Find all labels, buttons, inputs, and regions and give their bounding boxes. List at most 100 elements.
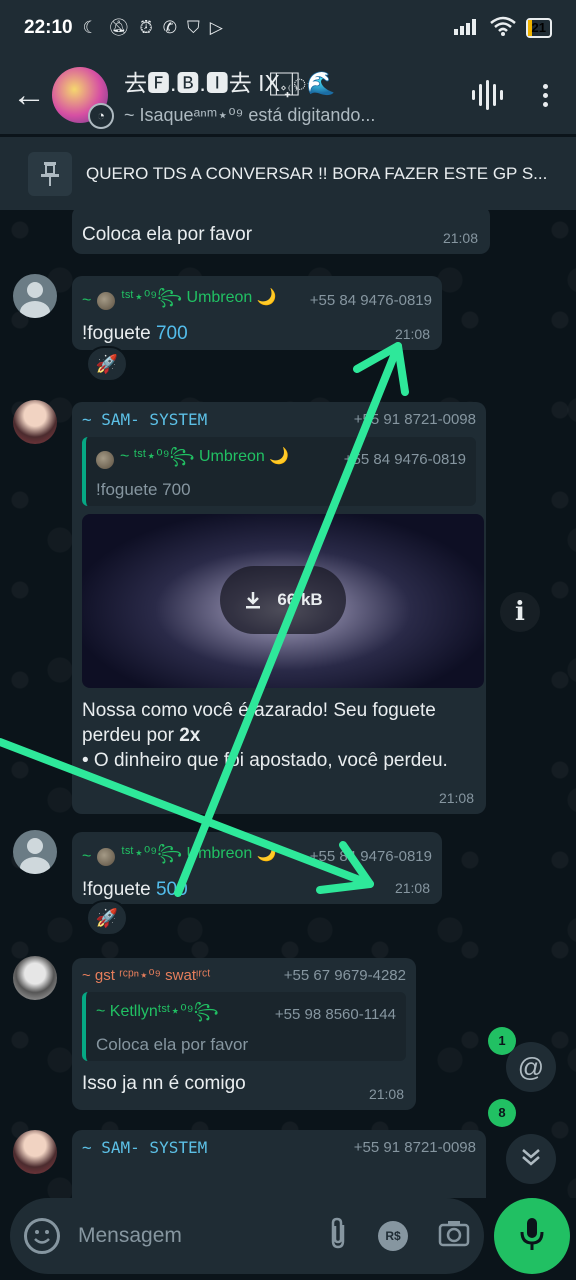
shield-icon: ⛉ bbox=[186, 18, 200, 37]
sender-phone: +55 91 8721-0098 bbox=[353, 1139, 476, 1156]
emoji-icon[interactable] bbox=[24, 1218, 60, 1254]
chat-header: ← ◔ 去🅵.🅱.🅸去 IX᩠𝆹⃞ ⃞᪾᮫🌊 ~ Isaqueᵃⁿᵐ⋆⁰⁹ es… bbox=[0, 56, 576, 134]
moon-icon: ☾ bbox=[82, 18, 98, 37]
sender-phone: +55 91 8721-0098 bbox=[353, 411, 476, 428]
quote-sender-name: ~ ᵗˢᵗ⋆⁰⁹꧂ Umbreon 🌙 bbox=[120, 448, 290, 465]
message-time: 21:08 bbox=[442, 230, 478, 246]
play-icon: ▷ bbox=[209, 18, 223, 37]
back-arrow-icon[interactable]: ← bbox=[12, 76, 46, 115]
quote-phone: +55 98 8560-1144 bbox=[274, 1006, 396, 1023]
sender-name[interactable]: ᵗˢᵗ⋆⁰⁹꧂ Umbreon 🌙 bbox=[121, 284, 276, 317]
sender-name[interactable]: ~ gst ʳᶜᵖⁿ⋆⁰⁹ swatᵎʳᶜᵗ bbox=[82, 966, 211, 984]
message-time: 21:08 bbox=[394, 880, 430, 896]
message-bubble[interactable]: ~ ᵗˢᵗ⋆⁰⁹꧂ Umbreon 🌙 +55 84 9476-0819 !fo… bbox=[72, 276, 442, 350]
quote-sender-name: ~ Ketllynᵗˢᵗ⋆⁰⁹꧂ bbox=[96, 1003, 219, 1020]
message-bubble[interactable]: ~ ᵗˢᵗ⋆⁰⁹꧂ Umbreon 🌙 +55 84 9476-0819 !fo… bbox=[72, 832, 442, 904]
sender-name[interactable]: ~ SAM- SYSTEM bbox=[82, 410, 207, 429]
avatar[interactable] bbox=[13, 274, 57, 318]
status-right: 21 bbox=[453, 16, 552, 41]
sender-avatar-icon bbox=[97, 847, 116, 866]
wifi-icon bbox=[489, 16, 516, 41]
scroll-down-button[interactable] bbox=[506, 1134, 556, 1184]
avatar[interactable] bbox=[13, 400, 57, 444]
sender-line: ~ ᵗˢᵗ⋆⁰⁹꧂ Umbreon 🌙 +55 84 9476-0819 bbox=[82, 284, 432, 317]
pin-icon bbox=[28, 151, 72, 196]
quoted-message[interactable]: ~ Ketllynᵗˢᵗ⋆⁰⁹꧂ +55 98 8560-1144 Coloca… bbox=[82, 992, 406, 1061]
status-time: 22:10 bbox=[24, 17, 73, 38]
message-text: Isso ja nn é comigo bbox=[82, 1073, 246, 1094]
signal-icon bbox=[453, 17, 480, 40]
whatsapp-icon: ✆ bbox=[162, 18, 177, 37]
disappearing-timer-icon: ◔ bbox=[88, 103, 114, 129]
info-icon[interactable]: i bbox=[500, 592, 540, 632]
unread-badge: 8 bbox=[488, 1099, 516, 1127]
at-icon: @ bbox=[517, 1051, 545, 1082]
media-size: 66 kB bbox=[277, 590, 323, 609]
message-time: 21:08 bbox=[394, 326, 430, 342]
message-bubble[interactable]: ~ SAM- SYSTEM +55 91 8721-0098 ~ ᵗˢᵗ⋆⁰⁹꧂… bbox=[72, 402, 486, 814]
message-text: !foguete 500 bbox=[82, 879, 188, 900]
sender-line: ~ gst ʳᶜᵖⁿ⋆⁰⁹ swatᵎʳᶜᵗ +55 67 9679-4282 bbox=[82, 966, 406, 985]
status-bar: 22:10 ☾ 🔕︎ ⏰︎ ✆ ⛉ ▷ 21 bbox=[0, 0, 576, 56]
header-actions bbox=[472, 80, 548, 110]
reaction-rocket-icon[interactable]: 🚀 bbox=[86, 900, 128, 936]
sender-avatar-icon bbox=[97, 291, 116, 310]
sender-name[interactable]: ᵗˢᵗ⋆⁰⁹꧂ Umbreon 🌙 bbox=[121, 840, 276, 873]
quote-text: !foguete 700 bbox=[96, 480, 191, 499]
number-link[interactable]: 700 bbox=[156, 323, 188, 344]
message-text: !foguete 700 bbox=[82, 323, 188, 344]
download-button[interactable]: 66 kB bbox=[220, 566, 346, 634]
download-icon bbox=[246, 592, 261, 609]
message-bubble[interactable]: Coloca ela por favor 21:08 bbox=[72, 210, 490, 254]
pinned-text: QUERO TDS A CONVERSAR !! BORA FAZER ESTE… bbox=[86, 163, 548, 183]
message-text: Nossa como você é azarado! Seu foguete p… bbox=[82, 700, 448, 771]
bell-off-icon: 🔕︎ bbox=[107, 18, 130, 37]
message-bubble[interactable]: ~ SAM- SYSTEM +55 91 8721-0098 bbox=[72, 1130, 486, 1198]
pinned-message-bar[interactable]: QUERO TDS A CONVERSAR !! BORA FAZER ESTE… bbox=[0, 136, 576, 210]
number-link[interactable]: 500 bbox=[156, 879, 188, 900]
more-options-icon[interactable] bbox=[543, 83, 548, 107]
chat-title-box[interactable]: 去🅵.🅱.🅸去 IX᩠𝆹⃞ ⃞᪾᮫🌊 ~ Isaqueᵃⁿᵐ⋆⁰⁹ está d… bbox=[124, 64, 424, 126]
message-input-bar: R$ bbox=[10, 1198, 484, 1274]
status-notification-icons: ☾ 🔕︎ ⏰︎ ✆ ⛉ ▷ bbox=[83, 18, 223, 38]
attach-icon[interactable] bbox=[328, 1217, 348, 1256]
sender-prefix: ~ bbox=[82, 847, 92, 865]
message-time: 21:08 bbox=[368, 1086, 404, 1102]
quote-sender-line: ~ Ketllynᵗˢᵗ⋆⁰⁹꧂ +55 98 8560-1144 bbox=[96, 998, 396, 1031]
avatar[interactable] bbox=[13, 830, 57, 874]
mention-button[interactable]: @ bbox=[506, 1042, 556, 1092]
message-time: 21:08 bbox=[438, 790, 474, 806]
avatar[interactable] bbox=[13, 956, 57, 1000]
mention-badge: 1 bbox=[488, 1027, 516, 1055]
chat-area[interactable]: Coloca ela por favor 21:08 ~ ᵗˢᵗ⋆⁰⁹꧂ Umb… bbox=[0, 210, 576, 1198]
sender-phone: +55 84 9476-0819 bbox=[309, 292, 432, 309]
camera-icon[interactable] bbox=[438, 1219, 470, 1254]
sender-line: ~ SAM- SYSTEM +55 91 8721-0098 bbox=[82, 1138, 476, 1157]
quote-text: Coloca ela por favor bbox=[96, 1035, 249, 1054]
media-thumbnail[interactable]: 66 kB bbox=[82, 514, 484, 688]
sender-name[interactable]: ~ SAM- SYSTEM bbox=[82, 1138, 207, 1157]
typing-status: ~ Isaqueᵃⁿᵐ⋆⁰⁹ está digitando... bbox=[124, 105, 376, 125]
input-actions: R$ bbox=[328, 1217, 470, 1256]
voice-chat-icon[interactable] bbox=[472, 80, 503, 110]
message-bubble[interactable]: ~ gst ʳᶜᵖⁿ⋆⁰⁹ swatᵎʳᶜᵗ +55 67 9679-4282 … bbox=[72, 958, 416, 1110]
message-input[interactable] bbox=[78, 1224, 268, 1248]
message-text: Coloca ela por favor bbox=[82, 224, 253, 245]
group-title: 去🅵.🅱.🅸去 IX᩠𝆹⃞ ⃞᪾᮫🌊 bbox=[124, 70, 336, 96]
sender-line: ~ ᵗˢᵗ⋆⁰⁹꧂ Umbreon 🌙 +55 84 9476-0819 bbox=[82, 840, 432, 873]
sender-phone: +55 67 9679-4282 bbox=[283, 966, 406, 984]
sender-line: ~ SAM- SYSTEM +55 91 8721-0098 bbox=[82, 410, 476, 429]
alarm-icon: ⏰︎ bbox=[139, 18, 153, 37]
sender-phone: +55 84 9476-0819 bbox=[309, 848, 432, 865]
quote-sender-line: ~ ᵗˢᵗ⋆⁰⁹꧂ Umbreon 🌙 +55 84 9476-0819 bbox=[96, 443, 466, 476]
quote-phone: +55 84 9476-0819 bbox=[343, 451, 466, 468]
avatar[interactable] bbox=[13, 1130, 57, 1174]
double-chevron-down-icon bbox=[520, 1144, 542, 1175]
reaction-rocket-icon[interactable]: 🚀 bbox=[86, 346, 128, 382]
quoted-message[interactable]: ~ ᵗˢᵗ⋆⁰⁹꧂ Umbreon 🌙 +55 84 9476-0819 !fo… bbox=[82, 437, 476, 506]
payment-icon[interactable]: R$ bbox=[378, 1221, 408, 1251]
group-avatar[interactable]: ◔ bbox=[52, 67, 114, 129]
battery-icon: 21 bbox=[525, 18, 552, 38]
sender-avatar-icon bbox=[96, 450, 114, 469]
microphone-button[interactable] bbox=[494, 1198, 570, 1274]
